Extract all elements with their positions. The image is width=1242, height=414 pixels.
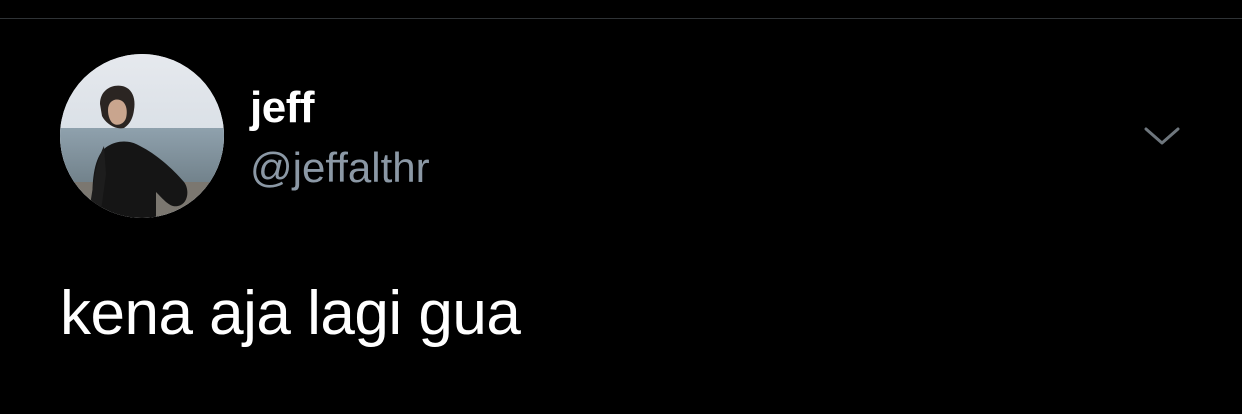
profile-photo-icon [60, 54, 224, 218]
author-handle[interactable]: @jeffalthr [250, 142, 430, 194]
tweet-options-button[interactable] [1138, 116, 1186, 156]
avatar[interactable] [60, 54, 224, 218]
tweet-text: kena aja lagi gua [60, 279, 521, 348]
author-display-name[interactable]: jeff [250, 82, 315, 134]
chevron-down-icon [1144, 127, 1180, 145]
top-divider [0, 18, 1242, 19]
